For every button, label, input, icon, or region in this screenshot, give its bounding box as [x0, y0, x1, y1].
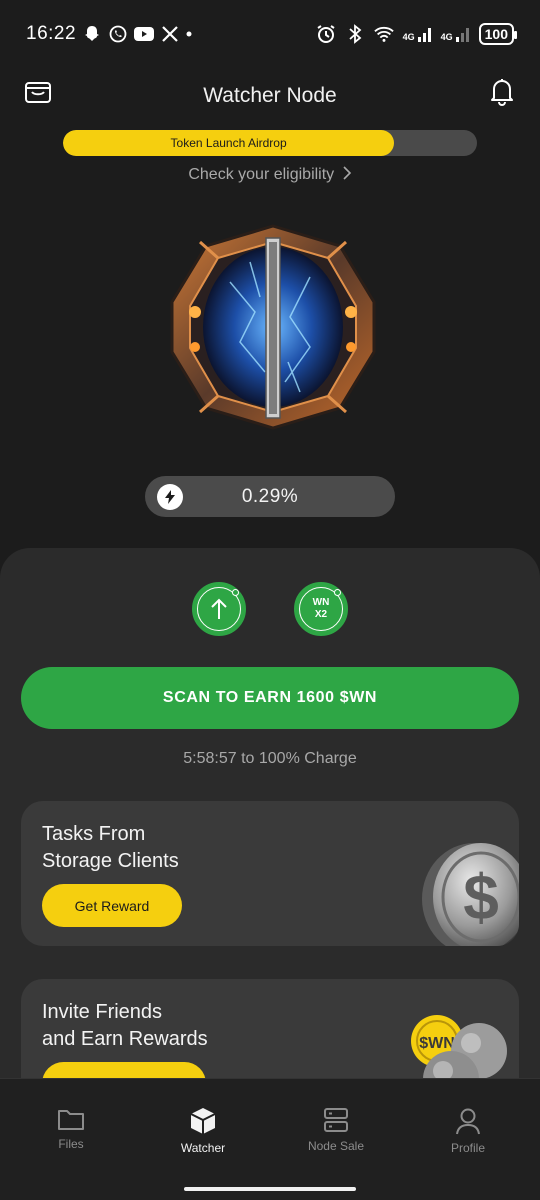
invite-card-title: Invite Friends and Earn Rewards: [42, 999, 302, 1053]
x2-label: X2: [314, 609, 328, 620]
boost-ring: WN X2: [299, 587, 343, 631]
eligibility-text: Check your eligibility: [188, 166, 335, 183]
get-reward-button[interactable]: Get Reward: [42, 884, 182, 927]
eligibility-link[interactable]: Check your eligibility: [0, 166, 540, 184]
dollar-coin-icon: $: [422, 843, 519, 946]
charge-indicator: 0.29%: [145, 476, 395, 517]
bolt-icon: [157, 484, 183, 510]
signal-2: 4G: [441, 26, 470, 42]
network-type-2: 4G: [440, 32, 453, 42]
chevron-right-icon: [343, 166, 351, 180]
tasks-title-line2: Storage Clients: [42, 850, 179, 872]
nav-files[interactable]: Files: [21, 1107, 121, 1151]
boost-dot: [232, 589, 239, 596]
top-app-bar: Watcher Node: [0, 68, 540, 124]
snapchat-icon: [82, 24, 102, 44]
boost-dot: [334, 589, 341, 596]
status-bar: 16:22 4G 4G 100: [0, 0, 540, 68]
wallet-button[interactable]: [24, 78, 52, 106]
nav-node-sale-label: Node Sale: [307, 1139, 365, 1153]
nav-watcher[interactable]: Watcher: [153, 1107, 253, 1155]
nav-node-sale[interactable]: Node Sale: [286, 1107, 386, 1153]
bottom-navigation: Files Watcher Node Sale Profile: [0, 1078, 540, 1200]
youtube-icon: [134, 24, 155, 44]
tasks-card[interactable]: Tasks From Storage Clients Get Reward $: [21, 801, 519, 946]
network-type-1: 4G: [402, 32, 415, 42]
notifications-button[interactable]: [488, 76, 516, 106]
battery-indicator: 100: [478, 23, 518, 45]
wn-x2-boost-button[interactable]: WN X2: [294, 582, 348, 636]
signal-bars-icon: [455, 28, 469, 42]
signal-1: 4G: [403, 26, 432, 42]
tasks-title-line1: Tasks From: [42, 823, 146, 845]
wallet-icon: [25, 82, 51, 103]
nav-profile-label: Profile: [450, 1141, 485, 1155]
page-title: Watcher Node: [203, 84, 337, 107]
invite-title-line1: Invite Friends: [42, 1001, 163, 1023]
charge-eta: 5:58:57 to 100% Charge: [183, 750, 357, 767]
coin-label: $WN: [419, 1035, 455, 1052]
scan-to-earn-button[interactable]: SCAN TO EARN 1600 $WN: [21, 667, 519, 729]
folder-icon: [58, 1110, 84, 1130]
invite-title-line2: and Earn Rewards: [42, 1028, 208, 1050]
svg-text:$: $: [463, 861, 499, 933]
node-orb-image: [160, 222, 386, 432]
airdrop-label: Token Launch Airdrop: [170, 136, 287, 150]
bell-icon: [491, 79, 513, 106]
boost-ring: [197, 587, 241, 631]
charge-value: 0.29%: [241, 485, 299, 507]
bluetooth-icon: [345, 24, 365, 44]
arrow-up-icon: [211, 598, 227, 619]
signal-bars-icon: [417, 28, 431, 42]
airdrop-progress-fill: Token Launch Airdrop: [63, 130, 395, 156]
airdrop-progress-bar[interactable]: Token Launch Airdrop: [63, 130, 477, 156]
nav-files-label: Files: [58, 1137, 84, 1151]
cube-icon: [190, 1108, 216, 1134]
wifi-icon: [373, 24, 394, 44]
server-icon: [324, 1108, 348, 1132]
wn-label: WN: [312, 597, 330, 608]
notification-dot-icon: [186, 24, 192, 44]
home-indicator[interactable]: [184, 1187, 356, 1191]
person-icon: [456, 1108, 480, 1135]
whatsapp-icon: [108, 24, 128, 44]
alarm-icon: [316, 24, 336, 44]
nav-watcher-label: Watcher: [180, 1141, 226, 1155]
x-icon: [160, 24, 180, 44]
nav-profile[interactable]: Profile: [418, 1107, 518, 1155]
status-time: 16:22: [26, 23, 77, 44]
tasks-card-title: Tasks From Storage Clients: [42, 821, 302, 875]
upgrade-boost-button[interactable]: [192, 582, 246, 636]
